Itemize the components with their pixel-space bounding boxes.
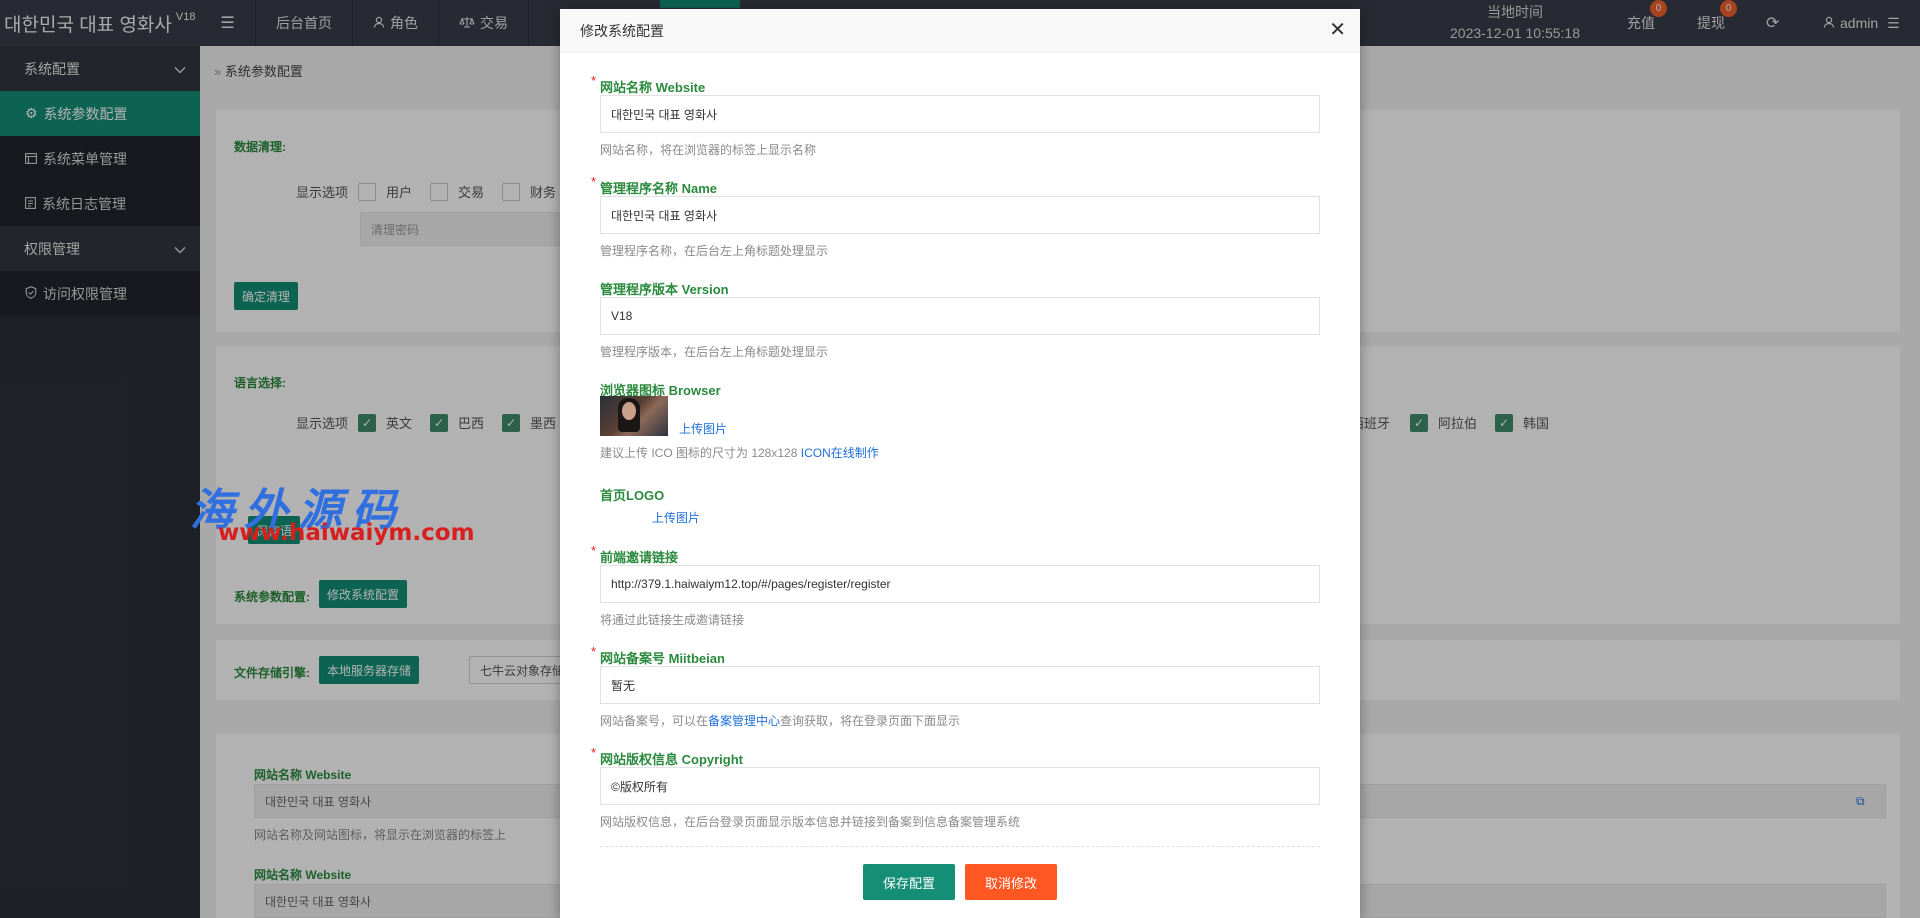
modal-header: 修改系统配置 bbox=[560, 9, 1360, 53]
field-tip: 网站版权信息，在后台登录页面显示版本信息并链接到备案到信息备案管理系统 bbox=[600, 815, 1021, 829]
field-tip: 网站备案号，可以在备案管理中心查询获取，将在登录页面下面显示 bbox=[600, 712, 960, 729]
preview-face bbox=[622, 402, 636, 420]
upload-browser-icon-link[interactable]: 上传图片 bbox=[679, 420, 727, 437]
field-label: 首页LOGO bbox=[600, 488, 665, 503]
field-tip: 网站名称，将在浏览器的标签上显示名称 bbox=[600, 143, 817, 157]
browser-icon-preview bbox=[600, 396, 668, 436]
upload-logo-link[interactable]: 上传图片 bbox=[652, 509, 700, 526]
miitbeian-tip-pre: 网站备案号，可以在 bbox=[600, 714, 709, 728]
watermark-url: www.haiwaiym.com bbox=[218, 520, 475, 546]
field-tip: 管理程序名称，在后台左上角标题处理显示 bbox=[600, 244, 829, 258]
modal-title: 修改系统配置 bbox=[580, 22, 664, 39]
field-label: 管理程序版本 Version bbox=[600, 282, 729, 297]
required-mark: * bbox=[591, 73, 597, 88]
save-config-button[interactable]: 保存配置 bbox=[863, 864, 955, 900]
field-label: 前端邀请链接 bbox=[600, 550, 679, 565]
miitbeian-tip-post: 查询获取，将在登录页面下面显示 bbox=[780, 714, 961, 728]
required-mark: * bbox=[591, 174, 597, 189]
required-mark: * bbox=[591, 745, 597, 760]
beian-center-link[interactable]: 备案管理中心 bbox=[708, 714, 780, 728]
field-tip: 建议上传 ICO 图标的尺寸为 128x128 ICON在线制作 bbox=[600, 444, 879, 461]
cancel-button[interactable]: 取消修改 bbox=[965, 864, 1057, 900]
footer-divider bbox=[600, 846, 1320, 847]
invite-link-input[interactable]: http://379.1.haiwaiym12.top/#/pages/regi… bbox=[600, 565, 1320, 603]
field-label: 网站备案号 Miitbeian bbox=[600, 651, 725, 666]
copyright-input[interactable]: ©版权所有 bbox=[600, 767, 1320, 805]
edit-config-modal: 修改系统配置 ✕ * 网站名称 Website 대한민국 대표 영화사 网站名称… bbox=[560, 9, 1360, 918]
field-label: 网站版权信息 Copyright bbox=[600, 752, 743, 767]
version-input[interactable]: V18 bbox=[600, 297, 1320, 335]
close-icon[interactable]: ✕ bbox=[1329, 19, 1346, 41]
field-label: 网站名称 Website bbox=[600, 80, 706, 95]
miitbeian-input[interactable]: 暂无 bbox=[600, 666, 1320, 704]
field-label: 管理程序名称 Name bbox=[600, 181, 718, 196]
name-input[interactable]: 대한민국 대표 영화사 bbox=[600, 196, 1320, 234]
website-input[interactable]: 대한민국 대표 영화사 bbox=[600, 95, 1320, 133]
required-mark: * bbox=[591, 543, 597, 558]
required-mark: * bbox=[591, 644, 597, 659]
field-tip: 将通过此链接生成邀请链接 bbox=[600, 613, 745, 627]
icon-maker-link[interactable]: ICON在线制作 bbox=[801, 446, 879, 460]
browser-tip-text: 建议上传 ICO 图标的尺寸为 128x128 bbox=[600, 446, 798, 460]
field-tip: 管理程序版本，在后台左上角标题处理显示 bbox=[600, 345, 829, 359]
